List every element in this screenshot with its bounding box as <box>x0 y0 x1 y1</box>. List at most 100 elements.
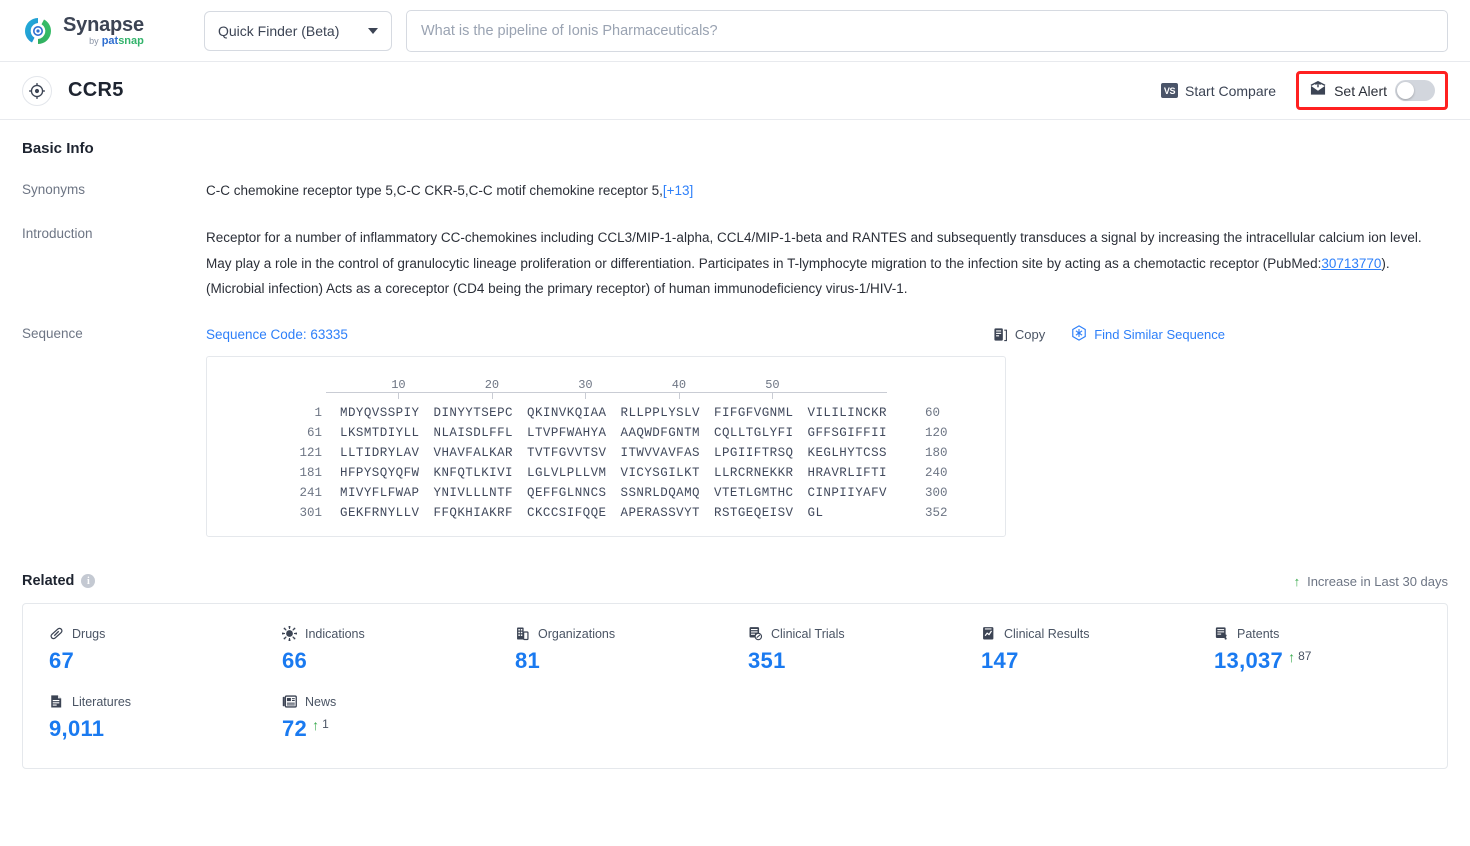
sequence-chunk: KNFQTLKIVI <box>433 466 514 481</box>
related-item-head: Clinical Trials <box>748 626 981 641</box>
related-item-news[interactable]: News 72 ↑ 1 <box>282 694 515 742</box>
sequence-chunk: QEFFGLNNCS <box>527 486 607 501</box>
sequence-chunk: YNIVLLLNTF <box>433 486 514 501</box>
related-item-value-wrap: 67 <box>49 648 282 674</box>
find-similar-icon <box>1071 325 1087 344</box>
ruler-tick-label: 20 <box>484 378 500 393</box>
search-input[interactable] <box>421 22 1433 39</box>
sequence-chunk: VHAVFALKAR <box>433 446 514 461</box>
sequence-end-index: 240 <box>925 466 948 481</box>
related-item-value: 13,037 <box>1214 648 1284 674</box>
sequence-ruler-numbers: 10 20 30 40 50 <box>207 375 1005 392</box>
sequence-line: 61 LKSMTDIYLL NLAISDLFFL LTVPFWAHYA AAQWDFGN… <box>207 426 1005 440</box>
introduction-text-part1: Receptor for a number of inflammatory CC… <box>206 230 1422 271</box>
related-item-value-wrap: 147 <box>981 648 1214 674</box>
set-alert-button[interactable]: Set Alert <box>1309 80 1387 101</box>
page-title: CCR5 <box>68 79 124 101</box>
set-alert-toggle[interactable] <box>1395 80 1435 101</box>
quick-finder-dropdown[interactable]: Quick Finder (Beta) <box>204 10 392 51</box>
related-item-head: Indications <box>282 626 515 642</box>
introduction-row: Introduction Receptor for a number of in… <box>22 225 1448 301</box>
sequence-chunk: LKSMTDIYLL <box>340 426 420 441</box>
sequence-chunk: HFPYSQYQFW <box>340 466 420 481</box>
sequence-grid: 10 20 30 40 50 1 MDYQVSSPIY DINYYTSEPC QKINVKQI… <box>207 375 1005 520</box>
related-item-label: News <box>305 694 337 709</box>
related-item-literatures[interactable]: Literatures 9,011 <box>49 694 282 742</box>
find-similar-sequence-button[interactable]: Find Similar Sequence <box>1071 325 1225 344</box>
sequence-chunk: DINYYTSEPC <box>433 406 514 421</box>
alert-envelope-icon <box>1309 80 1327 101</box>
ruler-tick-mark <box>491 393 493 400</box>
increase-legend: ↑ Increase in Last 30 days <box>1294 574 1448 589</box>
start-compare-button[interactable]: VS Start Compare <box>1153 78 1284 104</box>
main-content: Basic Info Synonyms C-C chemokine recept… <box>0 120 1470 770</box>
ruler-tick-mark <box>398 393 400 400</box>
sequence-chunk: CINPIIYAFV <box>807 486 888 501</box>
sequence-chunk: HRAVRLIFTI <box>807 466 888 481</box>
sequence-chunk: ITWVVAVFAS <box>620 446 701 461</box>
sequence-chunk: RSTGEQEISV <box>714 506 794 521</box>
sequence-start-index: 301 <box>299 506 322 521</box>
sequence-line: 121 LLTIDRYLAV VHAVFALKAR TVTFGVVTSV ITWVVAV… <box>207 446 1005 460</box>
info-icon[interactable]: i <box>81 574 96 589</box>
app-logo[interactable]: Synapse by patsnap <box>22 15 172 47</box>
literature-icon <box>49 694 64 709</box>
related-item-value-wrap: 72 ↑ 1 <box>282 716 515 742</box>
related-item-clinical-trials[interactable]: Clinical Trials 351 <box>748 626 981 674</box>
related-item-head: News <box>282 694 515 709</box>
ruler-tick-label: 30 <box>578 378 593 393</box>
search-box[interactable] <box>406 9 1448 52</box>
copy-label: Copy <box>1014 327 1046 343</box>
sequence-end-index: 352 <box>925 506 948 521</box>
related-item-value-wrap: 13,037 ↑ 87 <box>1214 648 1447 674</box>
sequence-start-index: 241 <box>299 486 322 501</box>
sequence-chunk: CQLLTGLYFI <box>714 426 794 441</box>
sequence-residues: MDYQVSSPIY DINYYTSEPC QKINVKQIAA RLLPPLYSLV… <box>340 406 901 420</box>
related-item-value: 9,011 <box>49 716 105 742</box>
copy-sequence-button[interactable]: Copy <box>993 327 1045 342</box>
clinical-trial-icon <box>748 626 763 641</box>
sequence-end-index: 300 <box>925 486 948 501</box>
sequence-residues: LKSMTDIYLL NLAISDLFFL LTVPFWAHYA AAQWDFGNTM… <box>340 426 901 440</box>
synonyms-more-link[interactable]: [+13] <box>663 183 693 198</box>
sequence-end-index: 60 <box>925 406 941 421</box>
copy-icon <box>993 327 1008 342</box>
toggle-knob <box>1397 82 1414 99</box>
related-item-clinical-results[interactable]: Clinical Results 147 <box>981 626 1214 674</box>
sequence-chunk: APERASSVYT <box>620 506 701 521</box>
sequence-start-index: 121 <box>299 446 322 461</box>
related-item-value-wrap: 351 <box>748 648 981 674</box>
sequence-chunk: KEGLHYTCSS <box>807 446 888 461</box>
patent-icon <box>1214 626 1229 641</box>
sequence-code-link[interactable]: Sequence Code: 63335 <box>206 327 348 342</box>
related-item-value: 81 <box>515 648 541 674</box>
related-item-drugs[interactable]: Drugs 67 <box>49 626 282 674</box>
related-item-organizations[interactable]: Organizations 81 <box>515 626 748 674</box>
sequence-chunk: LPGIIFTRSQ <box>714 446 794 461</box>
increase-legend-label: Increase in Last 30 days <box>1307 573 1448 589</box>
vs-icon: VS <box>1161 83 1179 98</box>
related-item-label: Organizations <box>538 626 616 641</box>
logo-pat-text: pat <box>101 34 119 47</box>
pubmed-link[interactable]: 30713770 <box>1321 256 1381 271</box>
sequence-chunk: CKCCSIFQQE <box>527 506 607 521</box>
target-icon <box>22 75 52 106</box>
related-item-patents[interactable]: Patents 13,037 ↑ 87 <box>1214 626 1447 674</box>
ruler-tick-label: 40 <box>671 378 687 393</box>
sequence-label: Sequence <box>22 326 83 342</box>
related-item-value: 351 <box>748 648 786 674</box>
synonyms-text: C-C chemokine receptor type 5,C-C CKR-5,… <box>206 183 663 198</box>
related-item-label: Drugs <box>72 626 106 641</box>
sequence-chunk: VICYSGILKT <box>620 466 701 481</box>
sequence-chunk: GL <box>807 506 824 521</box>
related-item-indications[interactable]: Indications 66 <box>282 626 515 674</box>
related-item-value: 66 <box>282 648 308 674</box>
sequence-row: Sequence Sequence Code: 63335 Copy Find … <box>22 325 1448 538</box>
sequence-end-index: 180 <box>925 446 948 461</box>
logo-wordmark: Synapse <box>63 13 144 36</box>
sequence-chunk: VTETLGMTHC <box>714 486 794 501</box>
related-title: Related <box>22 573 75 590</box>
sequence-chunk: FFQKHIAKRF <box>433 506 514 521</box>
sequence-chunk: RLLPPLYSLV <box>620 406 701 421</box>
sequence-chunk: GFFSGIFFII <box>807 426 888 441</box>
